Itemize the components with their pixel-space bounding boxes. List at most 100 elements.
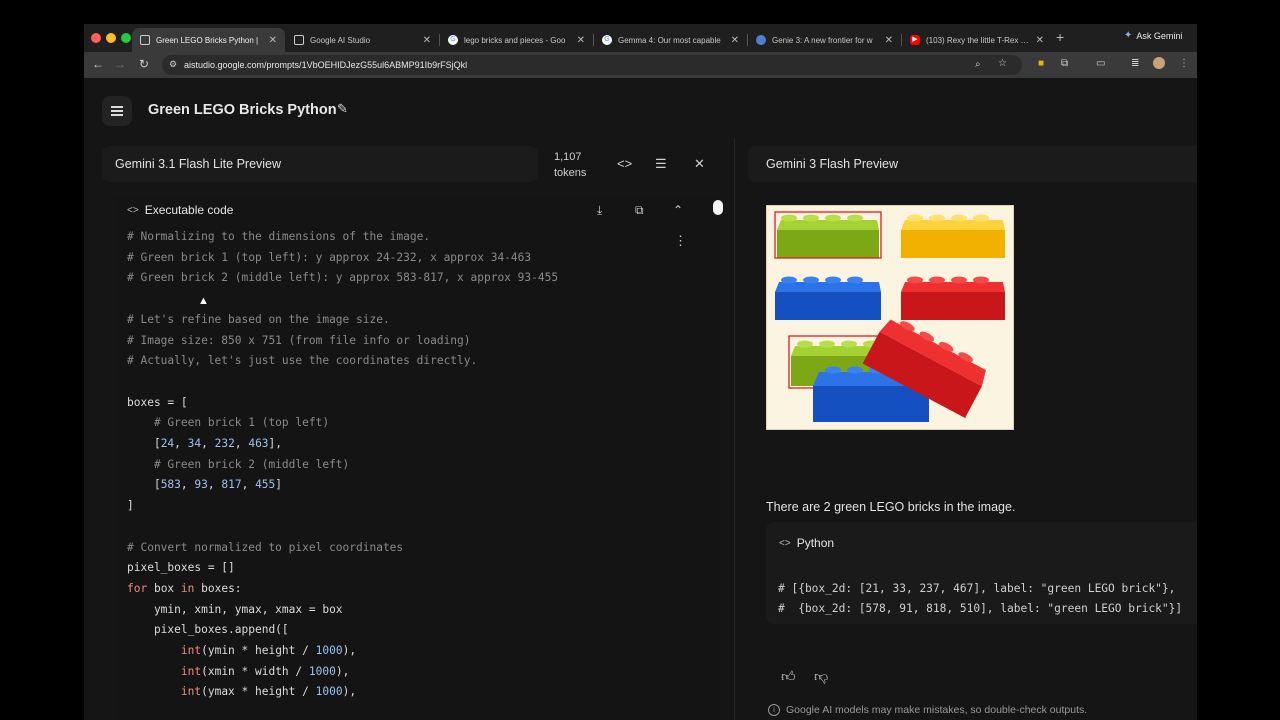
tab-groups-icon[interactable]: ≣ bbox=[1131, 58, 1139, 69]
tab-title: Google AI Studio bbox=[310, 35, 371, 45]
browser-menu-icon[interactable]: ⋮ bbox=[1179, 58, 1189, 69]
code-token: # Normalizing to the dimensions of the i… bbox=[127, 230, 431, 243]
code-line: ] bbox=[127, 499, 134, 513]
reload-icon[interactable]: ↻ bbox=[136, 57, 152, 71]
red-brick bbox=[901, 276, 1005, 320]
code-line: boxes = [ bbox=[127, 396, 188, 410]
code-token: # Green brick 1 (top left) bbox=[127, 416, 330, 430]
code-token: pixel_boxes.append([ bbox=[127, 623, 289, 637]
tab-lego-bricks-search[interactable]: G lego bricks and pieces - Goo ✕ bbox=[440, 28, 593, 52]
copy-icon[interactable]: ⧉ bbox=[635, 203, 644, 218]
close-panel-icon[interactable]: ✕ bbox=[694, 156, 705, 172]
thumbs-up-icon[interactable]: 👍︎ bbox=[781, 668, 796, 685]
code-token: ), bbox=[342, 685, 357, 699]
code-token: ymin, xmin, ymax, xmax = box bbox=[127, 602, 343, 616]
code-token: # Actually, let's just use the coordinat… bbox=[127, 354, 478, 368]
tab-rexy-youtube[interactable]: ▶ (103) Rexy the little T-Rex - A ✕ bbox=[902, 28, 1052, 52]
gemini-spark-icon: ✦ bbox=[1124, 30, 1133, 41]
tab-genie-3[interactable]: Genie 3: A new frontier for w ✕ bbox=[748, 28, 901, 52]
close-tab-icon[interactable]: ✕ bbox=[885, 35, 893, 46]
site-settings-icon[interactable]: ⚙ bbox=[169, 59, 177, 70]
code-token: for bbox=[127, 581, 148, 595]
tab-green-lego-bricks[interactable]: Green LEGO Bricks Python | ✕ bbox=[132, 28, 285, 52]
minimize-window-button[interactable] bbox=[106, 33, 116, 43]
thumbs-down-icon[interactable]: 👎︎ bbox=[814, 668, 828, 685]
close-window-button[interactable] bbox=[91, 33, 101, 43]
code-line: pixel_boxes = [] bbox=[127, 561, 235, 575]
close-tab-icon[interactable]: ✕ bbox=[577, 35, 585, 46]
forward-icon[interactable]: → bbox=[112, 57, 128, 71]
code-token: , bbox=[234, 437, 249, 450]
code-token: , bbox=[180, 478, 195, 492]
code-token: 817 bbox=[221, 478, 242, 492]
close-tab-icon[interactable]: ✕ bbox=[731, 35, 739, 46]
back-icon[interactable]: ← bbox=[90, 57, 106, 71]
code-token: in bbox=[180, 581, 195, 595]
code-token: # Green brick 1 (top left): y approx 24-… bbox=[127, 250, 532, 264]
code-line: # Image size: 850 x 751 (from file info … bbox=[127, 334, 471, 348]
download-icon[interactable]: ⤓ bbox=[597, 203, 602, 218]
green-brick bbox=[777, 214, 879, 258]
code-line: pixel_boxes.append([ bbox=[127, 623, 289, 637]
tab-title: Green LEGO Bricks Python | bbox=[156, 35, 259, 45]
profile-avatar[interactable] bbox=[1153, 57, 1165, 69]
code-token: boxes: bbox=[194, 581, 242, 595]
zoom-icon[interactable]: ⌕ bbox=[975, 59, 981, 70]
close-tab-icon[interactable]: ✕ bbox=[423, 35, 431, 46]
maximize-window-button[interactable] bbox=[121, 33, 131, 43]
page-title: Green LEGO Bricks Python bbox=[148, 102, 337, 118]
close-tab-icon[interactable]: ✕ bbox=[269, 35, 277, 46]
side-panel-icon[interactable]: ▭ bbox=[1096, 58, 1105, 69]
code-view-icon[interactable]: <> bbox=[617, 156, 632, 171]
new-tab-button[interactable]: + bbox=[1056, 29, 1064, 45]
code-token: 1000 bbox=[315, 644, 343, 657]
tab-gemma-4[interactable]: G Gemma 4: Our most capable ✕ bbox=[594, 28, 747, 52]
edit-pencil-icon[interactable]: ✎ bbox=[337, 101, 348, 117]
ai-studio-icon bbox=[140, 35, 150, 45]
code-token: , bbox=[201, 437, 215, 450]
hamburger-menu-button[interactable] bbox=[102, 96, 132, 126]
collapse-chevron-icon[interactable]: ⌃ bbox=[673, 203, 683, 217]
left-model-header[interactable]: Gemini 3.1 Flash Lite Preview bbox=[102, 146, 538, 182]
code-line: # Green brick 2 (middle left): y approx … bbox=[127, 271, 558, 285]
google-icon: G bbox=[602, 35, 612, 45]
close-tab-icon[interactable]: ✕ bbox=[1036, 35, 1044, 46]
code-token: # Image size: 850 x 751 (from file info … bbox=[127, 333, 471, 347]
settings-tune-icon[interactable]: ☰ bbox=[655, 156, 667, 172]
ai-studio-icon bbox=[294, 35, 304, 45]
python-code-block: <> Python # [{box_2d: [21, 33, 237, 467]… bbox=[766, 522, 1197, 624]
right-model-header[interactable]: Gemini 3 Flash Preview bbox=[748, 146, 1197, 182]
code-token: 463 bbox=[248, 437, 269, 450]
lego-bricks-image bbox=[766, 205, 1014, 430]
code-token: int bbox=[180, 685, 202, 699]
code-token: boxes = [ bbox=[127, 395, 188, 409]
code-token: ), bbox=[342, 644, 357, 657]
code-block-header: <> Python bbox=[779, 536, 834, 550]
scrollbar-thumb[interactable] bbox=[713, 200, 723, 215]
more-options-icon[interactable]: ⋮ bbox=[674, 233, 687, 249]
code-token: 455 bbox=[255, 478, 276, 492]
tab-title: lego bricks and pieces - Goo bbox=[464, 35, 566, 45]
code-line: for box in boxes: bbox=[127, 582, 242, 596]
code-token: 1000 bbox=[308, 664, 336, 678]
code-token: 34 bbox=[187, 437, 202, 450]
code-line: int(xmin * width / 1000), bbox=[127, 665, 349, 679]
blue-brick bbox=[775, 276, 881, 320]
extension-icon[interactable]: ■ bbox=[1038, 58, 1044, 69]
code-token: 583 bbox=[160, 478, 181, 492]
address-bar[interactable]: ⚙ aistudio.google.com/prompts/1VbOEHIDJe… bbox=[162, 55, 1022, 75]
extensions-puzzle-icon[interactable]: ⧉ bbox=[1061, 58, 1068, 69]
code-token: int bbox=[180, 664, 202, 678]
disclaimer-text: Google AI models may make mistakes, so d… bbox=[786, 704, 1088, 716]
code-line: int(ymax * height / 1000), bbox=[127, 685, 356, 699]
tab-google-ai-studio[interactable]: Google AI Studio ✕ bbox=[286, 28, 439, 52]
ask-gemini-button[interactable]: ✦ Ask Gemini bbox=[1124, 30, 1182, 41]
code-token: # Convert normalized to pixel coordinate… bbox=[127, 540, 404, 554]
code-token: ] bbox=[275, 478, 283, 492]
token-count: 1,107 bbox=[554, 151, 582, 163]
right-model-name: Gemini 3 Flash Preview bbox=[766, 157, 898, 171]
code-line: # [{box_2d: [21, 33, 237, 467], label: "… bbox=[778, 582, 1176, 595]
bookmark-star-icon[interactable]: ☆ bbox=[998, 58, 1007, 69]
